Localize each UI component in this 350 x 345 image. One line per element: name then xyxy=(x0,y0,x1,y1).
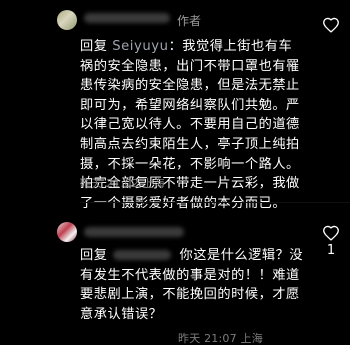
mention-username-blurred[interactable] xyxy=(113,250,172,260)
like-button[interactable] xyxy=(318,17,344,35)
comment-timestamp: 昨天 21:02 上海 xyxy=(80,177,165,190)
mention-username[interactable]: Seiyuyu xyxy=(107,39,168,54)
heart-icon[interactable] xyxy=(318,225,344,241)
like-count: 1 xyxy=(326,243,336,258)
username-blurred[interactable] xyxy=(84,227,184,237)
avatar[interactable] xyxy=(57,10,77,30)
heart-icon[interactable] xyxy=(318,17,344,33)
comment-timestamp: 昨天 21:07 上海 xyxy=(178,332,263,345)
like-button[interactable]: 1 xyxy=(318,225,344,258)
avatar[interactable] xyxy=(57,222,77,242)
comment-item: 作者 回复 Seiyuyu：我觉得上街也有车祸的安全隐患，出门不带口罩也有罹患传… xyxy=(0,0,350,211)
comment-body: 你这是什么逻辑？没有发生不代表做的事是对的！！难道要悲剧上演，不能挽回的时候，才… xyxy=(80,248,304,322)
comment-text[interactable]: 回复 你这是什么逻辑？没有发生不代表做的事是对的！！难道要悲剧上演，不能挽回的时候… xyxy=(80,246,305,324)
comment-item: 回复 你这是什么逻辑？没有发生不代表做的事是对的！！难道要悲剧上演，不能挽回的时候… xyxy=(0,205,350,345)
divider xyxy=(80,202,350,203)
username-blurred[interactable] xyxy=(84,13,170,23)
reply-label: 回复 xyxy=(80,248,108,263)
reply-label: 回复 xyxy=(80,39,108,54)
author-badge: 作者 xyxy=(177,14,202,28)
